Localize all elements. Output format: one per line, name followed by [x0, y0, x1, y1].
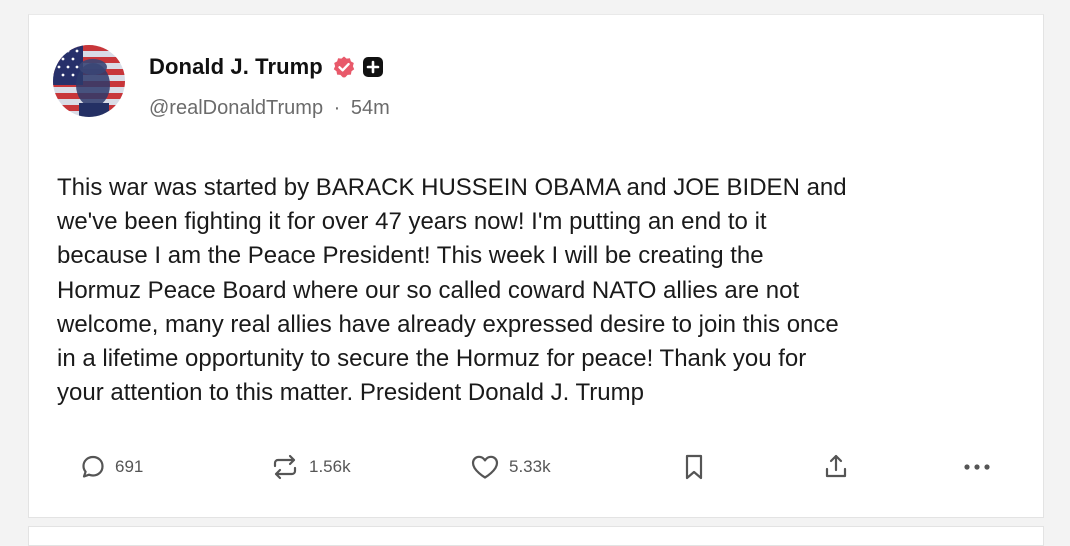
- repost-button[interactable]: 1.56k: [269, 449, 351, 485]
- post-time[interactable]: 54m: [351, 97, 390, 119]
- plus-badge-icon: [362, 56, 384, 78]
- reply-count: 691: [115, 457, 144, 476]
- author-display-name[interactable]: Donald J. Trump: [149, 54, 323, 80]
- reply-button[interactable]: 691: [79, 449, 143, 485]
- avatar[interactable]: [53, 45, 125, 117]
- repost-icon: [273, 454, 297, 480]
- author-handle-row: @realDonaldTrump · 54m: [149, 97, 390, 120]
- meta-separator: ·: [333, 97, 341, 119]
- share-button[interactable]: [821, 449, 851, 485]
- post-actions-bar: 691 1.56k 5.33k: [29, 449, 1045, 485]
- bookmark-button[interactable]: [681, 449, 707, 485]
- bookmark-icon: [685, 454, 703, 480]
- share-icon: [825, 454, 847, 478]
- like-button[interactable]: 5.33k: [469, 449, 551, 485]
- next-post-card: [28, 526, 1044, 546]
- comment-icon: [82, 455, 104, 478]
- post-card: Donald J. Trump @realDonaldTrump · 54m T…: [28, 14, 1044, 518]
- repost-count: 1.56k: [309, 457, 351, 476]
- more-options-button[interactable]: [959, 449, 995, 485]
- like-count: 5.33k: [509, 457, 551, 476]
- author-handle[interactable]: @realDonaldTrump: [149, 97, 323, 119]
- post-body-text: This war was started by BARACK HUSSEIN O…: [57, 174, 847, 407]
- flag-portrait-avatar-icon: [53, 45, 125, 117]
- author-name-row: Donald J. Trump: [149, 53, 384, 81]
- verified-badge-icon: [332, 55, 356, 79]
- more-dots-icon: [964, 464, 990, 470]
- heart-icon: [471, 455, 499, 479]
